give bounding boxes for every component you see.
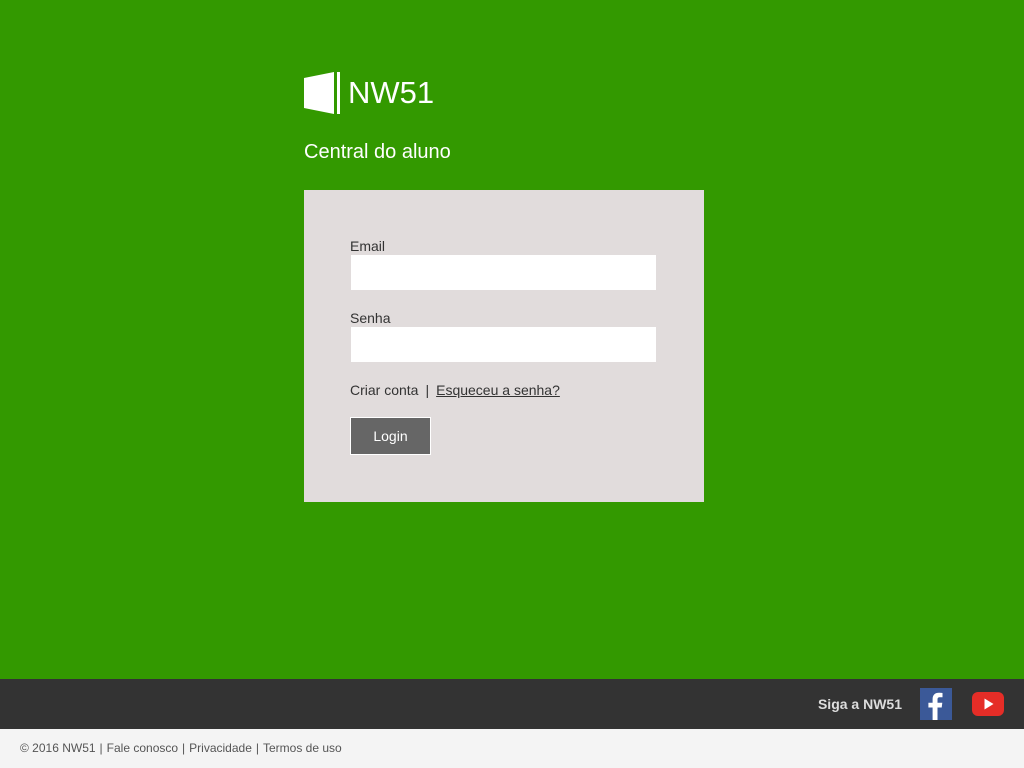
create-account-link[interactable]: Criar conta bbox=[350, 382, 418, 398]
copyright-text: © 2016 NW51 bbox=[20, 741, 96, 755]
privacy-link[interactable]: Privacidade bbox=[189, 741, 252, 755]
email-field[interactable] bbox=[350, 254, 657, 291]
main-area: NW51 Central do aluno Email Senha Criar … bbox=[0, 0, 1024, 679]
footer: © 2016 NW51 | Fale conosco | Privacidade | Ter… bbox=[0, 729, 1024, 768]
contact-link[interactable]: Fale conosco bbox=[107, 741, 178, 755]
footer-links: © 2016 NW51 | Fale conosco | Privacidade | Ter… bbox=[20, 741, 342, 755]
youtube-icon[interactable] bbox=[972, 692, 1004, 716]
password-label: Senha bbox=[350, 310, 391, 326]
account-links: Criar conta | Esqueceu a senha? bbox=[350, 382, 560, 398]
terms-link[interactable]: Termos de uso bbox=[263, 741, 342, 755]
brand-logo: NW51 bbox=[304, 72, 434, 114]
email-label: Email bbox=[350, 238, 386, 254]
password-field[interactable] bbox=[350, 326, 657, 363]
login-card: Email Senha Criar conta | Esqueceu a senha… bbox=[304, 190, 704, 502]
follow-text: Siga a NW51 bbox=[817, 696, 902, 712]
footer-separator: | bbox=[255, 741, 259, 755]
facebook-icon[interactable] bbox=[920, 688, 952, 720]
brand-name: NW51 bbox=[348, 75, 435, 110]
social-bar: Siga a NW51 bbox=[0, 679, 1024, 729]
page-title: Central do aluno bbox=[304, 141, 451, 163]
links-separator: | bbox=[425, 382, 430, 398]
footer-separator: | bbox=[182, 741, 186, 755]
login-button[interactable]: Login bbox=[350, 417, 431, 455]
page: NW51 Central do aluno Email Senha Criar … bbox=[0, 0, 1024, 768]
windows-logo-icon bbox=[304, 72, 340, 114]
forgot-password-link[interactable]: Esqueceu a senha? bbox=[436, 382, 560, 398]
footer-separator: | bbox=[99, 741, 103, 755]
